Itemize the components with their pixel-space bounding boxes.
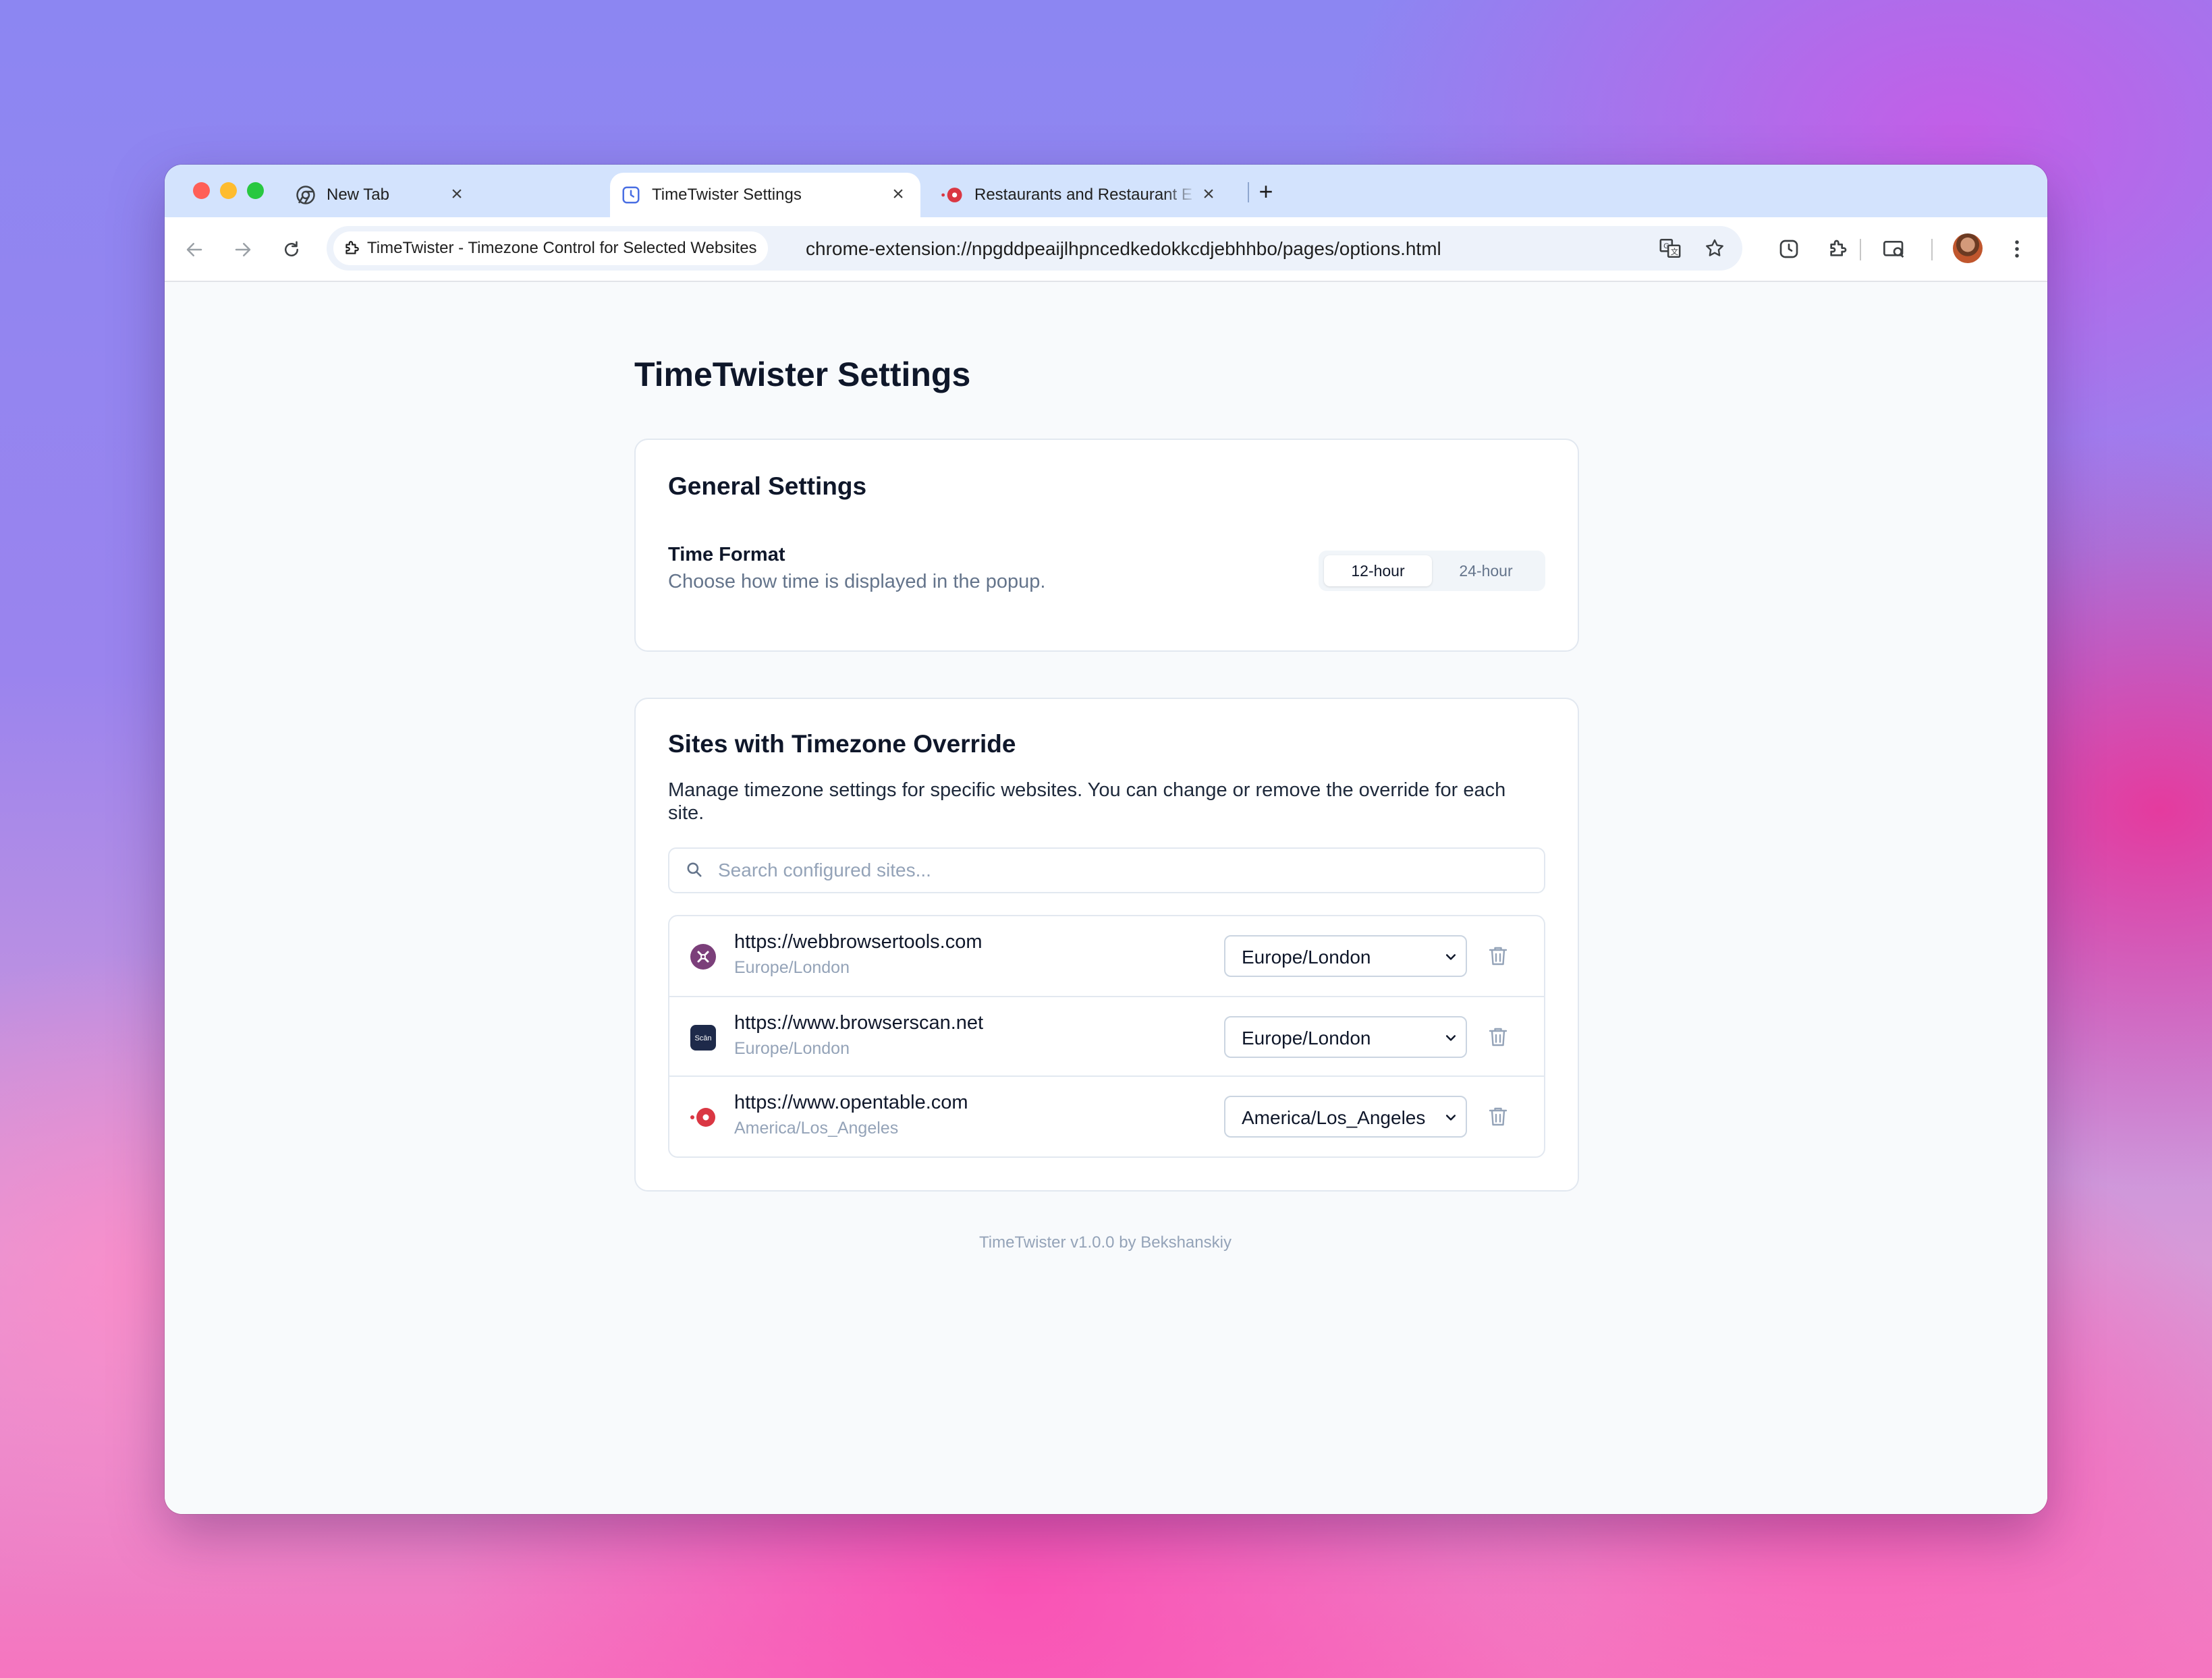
chevron-down-icon [1444, 1031, 1458, 1048]
more-menu-icon[interactable] [2001, 233, 2033, 264]
search-input[interactable] [717, 856, 1529, 885]
time-format-toggle: 12-hour 24-hour [1319, 551, 1545, 591]
timezone-select-value: America/Los_Angeles [1242, 1107, 1426, 1128]
tab-timetwister-settings[interactable]: TimeTwister Settings × [610, 173, 920, 217]
footer-credit: TimeTwister v1.0.0 by Bekshanskiy [979, 1233, 1232, 1252]
tab-title: New Tab [327, 186, 389, 204]
tab-search-icon[interactable] [1879, 233, 1910, 264]
timezone-select[interactable]: Europe/London [1224, 935, 1467, 977]
sites-list: https://webbrowsertools.com Europe/Londo… [668, 915, 1545, 1158]
timezone-select-value: Europe/London [1242, 947, 1371, 968]
svg-text:文: 文 [1671, 247, 1678, 256]
timezone-select[interactable]: Europe/London [1224, 1016, 1467, 1058]
extension-icon [343, 240, 360, 262]
browserscan-favicon: Scān [690, 1024, 717, 1051]
tab-restaurants[interactable]: Restaurants and Restaurant E × [941, 173, 1231, 217]
close-tab-icon[interactable]: × [888, 184, 908, 204]
translate-icon[interactable]: G文 [1655, 233, 1686, 264]
tab-new-tab[interactable]: New Tab × [283, 173, 479, 217]
back-icon[interactable] [179, 235, 209, 264]
tab-title: TimeTwister Settings [652, 186, 802, 204]
delete-icon[interactable] [1486, 1025, 1510, 1049]
chrome-icon [296, 185, 316, 205]
minimize-window-button[interactable] [220, 182, 237, 199]
opentable-icon [941, 185, 964, 205]
reload-icon[interactable] [277, 235, 306, 264]
sites-override-description: Manage timezone settings for specific we… [668, 779, 1506, 824]
svg-text:Scān: Scān [694, 1034, 711, 1042]
extension-site-chip[interactable]: TimeTwister - Timezone Control for Selec… [333, 231, 768, 265]
general-settings-card: General Settings Time Format Choose how … [634, 439, 1579, 652]
close-tab-icon[interactable]: × [447, 184, 467, 204]
search-icon [686, 861, 703, 882]
page-title: TimeTwister Settings [634, 356, 971, 393]
site-row: Scān https://www.browserscan.net Europe/… [669, 996, 1544, 1077]
timezone-select-value: Europe/London [1242, 1028, 1371, 1048]
chevron-down-icon [1444, 1111, 1458, 1127]
webbrowsertools-favicon [690, 943, 717, 970]
new-tab-button[interactable]: + [1252, 178, 1279, 205]
site-timezone: America/Los_Angeles [734, 1119, 899, 1138]
time-format-description: Choose how time is displayed in the popu… [668, 571, 1046, 592]
toolbar-separator [1860, 239, 1861, 260]
close-window-button[interactable] [193, 182, 210, 199]
sites-override-heading: Sites with Timezone Override [668, 730, 1016, 758]
timetwister-extension-icon[interactable] [1773, 233, 1804, 264]
extensions-puzzle-icon[interactable] [1822, 233, 1853, 264]
time-format-label: Time Format [668, 544, 785, 565]
site-url: https://www.browserscan.net [734, 1012, 984, 1034]
12-hour-option[interactable]: 12-hour [1324, 555, 1432, 586]
opentable-favicon [690, 1104, 717, 1131]
site-url: https://www.opentable.com [734, 1092, 968, 1113]
24-hour-option[interactable]: 24-hour [1432, 555, 1540, 586]
extension-chip-label: TimeTwister - Timezone Control for Selec… [367, 239, 757, 257]
browser-window: New Tab × TimeTwister Settings × Restaur… [165, 165, 2047, 1514]
sites-override-card: Sites with Timezone Override Manage time… [634, 698, 1579, 1192]
chevron-down-icon [1444, 950, 1458, 967]
general-settings-heading: General Settings [668, 472, 867, 500]
delete-icon[interactable] [1486, 1104, 1510, 1129]
maximize-window-button[interactable] [247, 182, 264, 199]
site-timezone: Europe/London [734, 1039, 850, 1058]
timezone-select[interactable]: America/Los_Angeles [1224, 1096, 1467, 1138]
page-content: TimeTwister Settings General Settings Ti… [165, 282, 2047, 1514]
close-tab-icon[interactable]: × [1198, 184, 1219, 204]
tab-separator [1248, 182, 1249, 202]
delete-icon[interactable] [1486, 944, 1510, 968]
timetwister-icon [621, 185, 641, 205]
browser-toolbar: TimeTwister - Timezone Control for Selec… [165, 217, 2047, 282]
forward-icon[interactable] [228, 235, 258, 264]
address-bar[interactable]: TimeTwister - Timezone Control for Selec… [327, 226, 1742, 271]
site-search [668, 847, 1545, 893]
tab-strip: New Tab × TimeTwister Settings × Restaur… [165, 165, 2047, 217]
site-timezone: Europe/London [734, 958, 850, 977]
url-text: chrome-extension://npgddpeaijlhpncedkedo… [806, 238, 1441, 259]
bookmark-star-icon[interactable] [1699, 233, 1730, 264]
site-url: https://webbrowsertools.com [734, 931, 983, 953]
profile-avatar[interactable] [1953, 233, 1983, 263]
toolbar-separator [1931, 239, 1933, 260]
tab-title: Restaurants and Restaurant E [974, 186, 1192, 204]
site-row: https://www.opentable.com America/Los_An… [669, 1075, 1544, 1156]
site-row: https://webbrowsertools.com Europe/Londo… [669, 916, 1544, 996]
